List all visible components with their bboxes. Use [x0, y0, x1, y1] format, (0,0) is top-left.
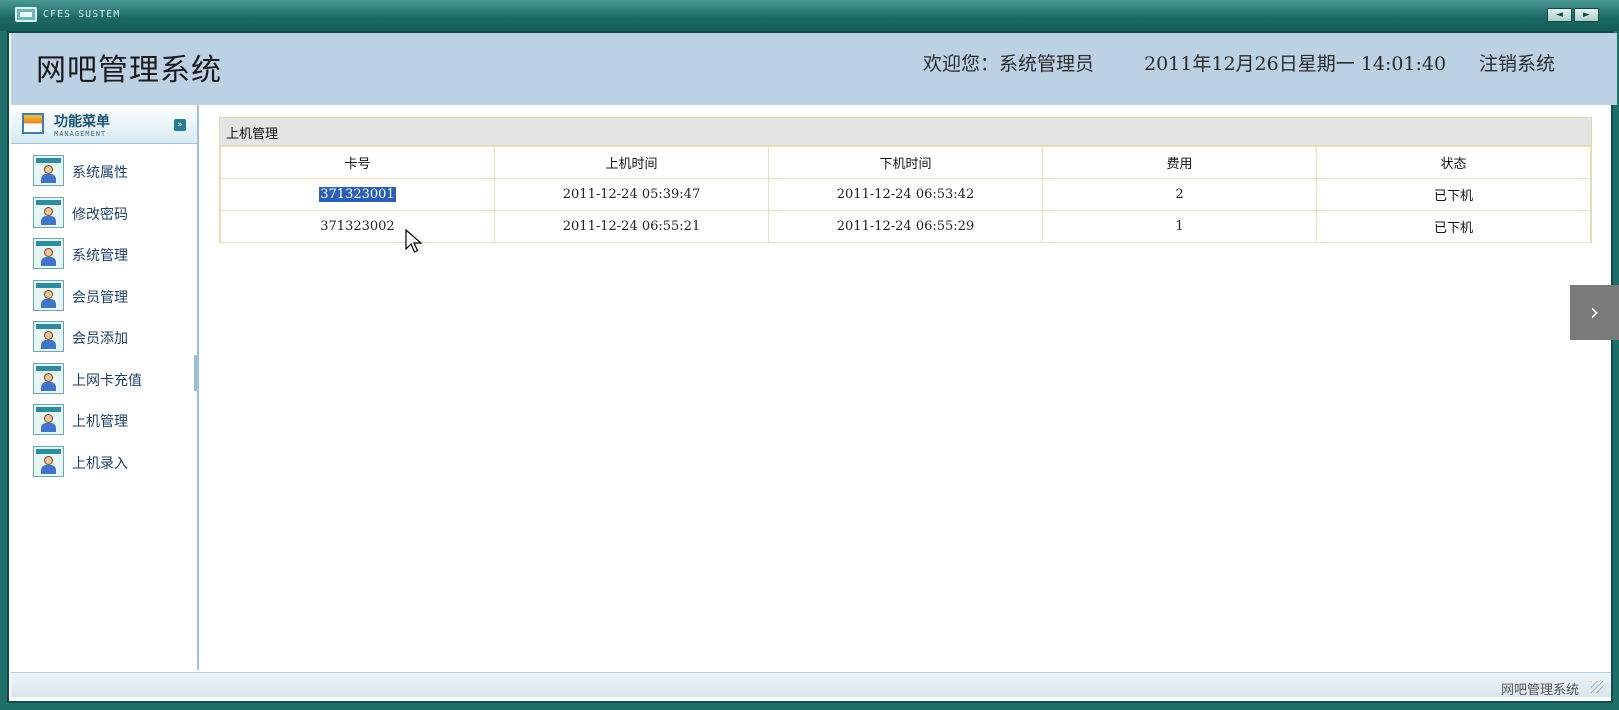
table-header-row: 卡号 上机时间 下机时间 费用 状态: [220, 146, 1591, 179]
status-bar: 网吧管理系统: [11, 672, 1611, 698]
sidebar-item-session-entry[interactable]: 上机录入: [11, 445, 197, 488]
app-title: 网吧管理系统: [36, 53, 222, 88]
cell-start-time: 2011-12-24 05:39:47: [494, 178, 769, 211]
user-card-icon: [33, 404, 64, 435]
cell-end-time: 2011-12-24 06:53:42: [768, 178, 1043, 211]
sidebar-splitter[interactable]: [194, 355, 197, 391]
selected-text: 371323001: [319, 187, 396, 202]
monitor-icon: [15, 7, 37, 22]
sidebar-item-label: 上机录入: [72, 455, 128, 472]
menu-title: 功能菜单: [54, 114, 110, 130]
session-panel: 上机管理 卡号 上机时间 下机时间 费用 状态 371323001 2011-1…: [219, 117, 1592, 243]
sidebar-item-member-management[interactable]: 会员管理: [11, 279, 197, 322]
sidebar-item-label: 系统属性: [72, 165, 128, 181]
chevron-right-icon[interactable]: ›: [1570, 285, 1619, 340]
sidebar-item-system-management[interactable]: 系统管理: [11, 238, 197, 280]
cell-end-time: 2011-12-24 06:55:29: [768, 210, 1043, 243]
menu-subtitle: MANAGEMENT: [54, 130, 107, 138]
sidebar-item-change-password[interactable]: 修改密码: [11, 196, 197, 239]
nav-prev-button[interactable]: ◄: [1547, 8, 1572, 22]
window-titlebar: CFES SUSTEM ◄ ►: [0, 0, 1619, 31]
column-header-card[interactable]: 卡号: [220, 146, 495, 179]
session-table: 卡号 上机时间 下机时间 费用 状态 371323001 2011-12-24 …: [220, 146, 1591, 243]
cell-fee: 1: [1042, 210, 1317, 243]
cell-card[interactable]: 371323002: [220, 210, 495, 243]
cell-status: 已下机: [1316, 178, 1591, 211]
window-title: CFES SUSTEM: [43, 9, 121, 20]
sidebar-item-add-member[interactable]: 会员添加: [11, 321, 197, 363]
menu-header: 功能菜单 MANAGEMENT »: [11, 105, 197, 144]
panel-title: 上机管理: [226, 127, 279, 142]
collapse-icon[interactable]: »: [174, 119, 186, 131]
column-header-status[interactable]: 状态: [1316, 146, 1591, 179]
sidebar-item-system-properties[interactable]: 系统属性: [11, 155, 197, 197]
menu-home-icon: [22, 113, 44, 134]
user-card-icon: [33, 362, 64, 394]
sidebar-item-session-management[interactable]: 上机管理: [11, 404, 197, 446]
column-header-fee[interactable]: 费用: [1042, 146, 1317, 179]
table-row[interactable]: 371323001 2011-12-24 05:39:47 2011-12-24…: [220, 178, 1591, 211]
user-card-icon: [33, 155, 64, 186]
logout-link[interactable]: 注销系统: [1479, 49, 1555, 76]
sidebar-item-label: 修改密码: [72, 206, 128, 223]
column-header-end-time[interactable]: 下机时间: [768, 146, 1043, 179]
sidebar-item-label: 上机管理: [72, 414, 128, 430]
column-header-start-time[interactable]: 上机时间: [494, 146, 769, 179]
sidebar-item-label: 会员添加: [72, 331, 128, 347]
user-card-icon: [33, 445, 64, 477]
user-card-icon: [33, 279, 64, 311]
cell-status: 已下机: [1316, 210, 1591, 243]
sidebar: 功能菜单 MANAGEMENT » 系统属性 修改密码 系统管理 会员管理 会员…: [11, 105, 199, 670]
footer-text: 网吧管理系统: [1500, 683, 1579, 698]
cell-fee: 2: [1042, 178, 1317, 211]
cell-card[interactable]: 371323001: [220, 178, 495, 211]
sidebar-item-label: 会员管理: [72, 289, 128, 306]
sidebar-item-card-recharge[interactable]: 上网卡充值: [11, 362, 197, 405]
sidebar-item-label: 上网卡充值: [72, 372, 142, 389]
nav-next-button[interactable]: ►: [1574, 8, 1599, 22]
resize-grip-icon[interactable]: [1591, 681, 1603, 693]
user-card-icon: [33, 321, 64, 352]
sidebar-item-label: 系统管理: [72, 248, 128, 264]
cell-start-time: 2011-12-24 06:55:21: [494, 210, 769, 243]
datetime-text: 2011年12月26日星期一 14:01:40: [1144, 53, 1447, 75]
user-card-icon: [33, 196, 64, 228]
user-card-icon: [33, 238, 64, 269]
welcome-text: 欢迎您：系统管理员: [923, 53, 1095, 75]
table-row[interactable]: 371323002 2011-12-24 06:55:21 2011-12-24…: [220, 210, 1591, 243]
panel-title-bar: 上机管理: [220, 118, 1591, 146]
menu-list: 系统属性 修改密码 系统管理 会员管理 会员添加 上网卡充值 上机管理 上机录入: [11, 155, 197, 487]
